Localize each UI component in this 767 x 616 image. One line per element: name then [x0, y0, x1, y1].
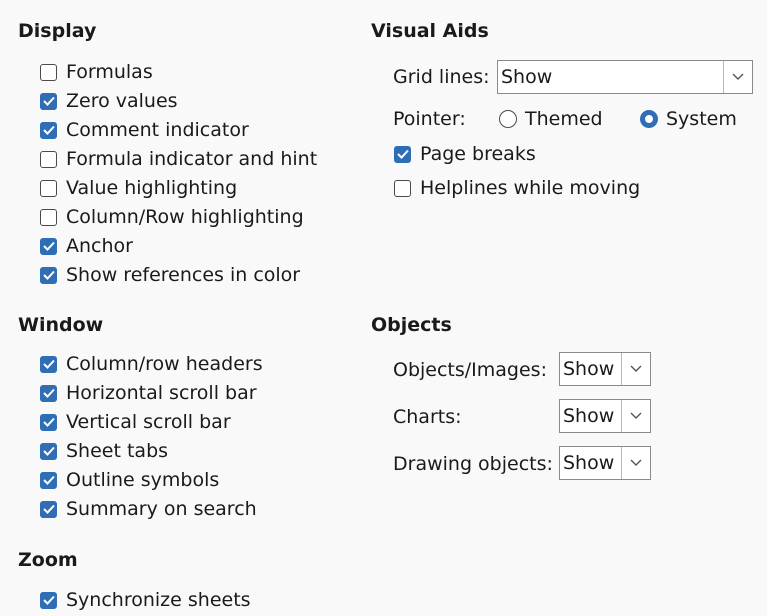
checkbox-checked-icon	[40, 413, 57, 431]
objects-images-value: Show	[563, 358, 615, 380]
chevron-down-icon	[621, 447, 650, 479]
charts-value: Show	[563, 405, 615, 427]
objects-images-dropdown[interactable]: Show	[559, 352, 651, 386]
checkbox-checked-icon	[40, 471, 57, 489]
checkbox-checked-icon	[40, 92, 57, 110]
checkbox-comment-indicator[interactable]: Comment indicator	[40, 117, 249, 143]
checkbox-checked-icon	[394, 145, 411, 163]
checkbox-unchecked-icon	[40, 150, 57, 168]
pointer-system-radio[interactable]: System	[640, 104, 737, 134]
checkbox-column-row-highlighting[interactable]: Column/Row highlighting	[40, 204, 304, 230]
checkbox-synchronize-sheets[interactable]: Synchronize sheets	[40, 587, 251, 613]
checkbox-label: Summary on search	[66, 498, 257, 520]
checkbox-label: Anchor	[66, 235, 133, 257]
checkbox-checked-icon	[40, 355, 57, 373]
checkbox-value-highlighting[interactable]: Value highlighting	[40, 175, 237, 201]
radio-system-icon	[640, 110, 658, 128]
checkbox-unchecked-icon	[394, 179, 411, 197]
checkbox-label: Outline symbols	[66, 469, 220, 491]
radio-themed-icon	[499, 110, 517, 128]
checkbox-label: Formula indicator and hint	[66, 148, 318, 170]
charts-dropdown[interactable]: Show	[559, 399, 651, 433]
checkbox-checked-icon	[40, 121, 57, 139]
checkbox-vertical-scroll-bar[interactable]: Vertical scroll bar	[40, 409, 231, 435]
checkbox-formula-indicator-and-hint[interactable]: Formula indicator and hint	[40, 146, 317, 172]
grid-lines-dropdown[interactable]: Show	[497, 60, 753, 94]
checkbox-formulas[interactable]: Formulas	[40, 59, 153, 85]
checkbox-checked-icon	[40, 266, 57, 284]
checkbox-label: Column/Row highlighting	[66, 206, 304, 228]
checkbox-outline-symbols[interactable]: Outline symbols	[40, 467, 219, 493]
checkbox-unchecked-icon	[40, 179, 57, 197]
checkbox-unchecked-icon	[40, 208, 57, 226]
grid-lines-value: Show	[501, 66, 553, 88]
pointer-themed-radio[interactable]: Themed	[499, 104, 603, 134]
drawing-objects-label: Drawing objects:	[393, 453, 553, 475]
checkbox-zero-values[interactable]: Zero values	[40, 88, 178, 114]
checkbox-column-row-headers[interactable]: Column/row headers	[40, 351, 263, 377]
visual-aids-section-title: Visual Aids	[371, 20, 489, 42]
checkbox-checked-icon	[40, 500, 57, 518]
checkbox-label: Synchronize sheets	[66, 589, 251, 611]
checkbox-summary-on-search[interactable]: Summary on search	[40, 496, 257, 522]
pointer-themed-label: Themed	[525, 108, 603, 130]
checkbox-label: Value highlighting	[66, 177, 238, 199]
checkbox-checked-icon	[40, 237, 57, 255]
helplines-label: Helplines while moving	[420, 177, 641, 199]
drawing-objects-value: Show	[563, 452, 615, 474]
checkbox-checked-icon	[40, 442, 57, 460]
checkbox-label: Comment indicator	[66, 119, 249, 141]
chevron-down-icon	[621, 353, 650, 385]
page-breaks-label: Page breaks	[420, 143, 536, 165]
checkbox-label: Zero values	[66, 90, 178, 112]
helplines-checkbox[interactable]: Helplines while moving	[394, 175, 640, 201]
page-breaks-checkbox[interactable]: Page breaks	[394, 141, 536, 167]
drawing-objects-dropdown[interactable]: Show	[559, 446, 651, 480]
checkbox-unchecked-icon	[40, 63, 57, 81]
checkbox-horizontal-scroll-bar[interactable]: Horizontal scroll bar	[40, 380, 257, 406]
display-section-title: Display	[18, 20, 97, 42]
pointer-system-label: System	[666, 108, 737, 130]
grid-lines-label: Grid lines:	[393, 66, 490, 88]
zoom-section-title: Zoom	[18, 549, 78, 571]
checkbox-checked-icon	[40, 384, 57, 402]
pointer-label: Pointer:	[393, 108, 466, 130]
checkbox-label: Sheet tabs	[66, 440, 169, 462]
objects-images-label: Objects/Images:	[393, 359, 547, 381]
checkbox-label: Vertical scroll bar	[66, 411, 231, 433]
checkbox-show-references-in-color[interactable]: Show references in color	[40, 262, 300, 288]
checkbox-label: Column/row headers	[66, 353, 263, 375]
checkbox-label: Show references in color	[66, 264, 301, 286]
charts-label: Charts:	[393, 406, 462, 428]
objects-section-title: Objects	[371, 314, 452, 336]
chevron-down-icon	[621, 400, 650, 432]
checkbox-label: Formulas	[66, 61, 153, 83]
window-section-title: Window	[18, 314, 104, 336]
checkbox-sheet-tabs[interactable]: Sheet tabs	[40, 438, 168, 464]
checkbox-label: Horizontal scroll bar	[66, 382, 257, 404]
chevron-down-icon	[723, 61, 752, 93]
checkbox-checked-icon	[40, 591, 57, 609]
checkbox-anchor[interactable]: Anchor	[40, 233, 133, 259]
